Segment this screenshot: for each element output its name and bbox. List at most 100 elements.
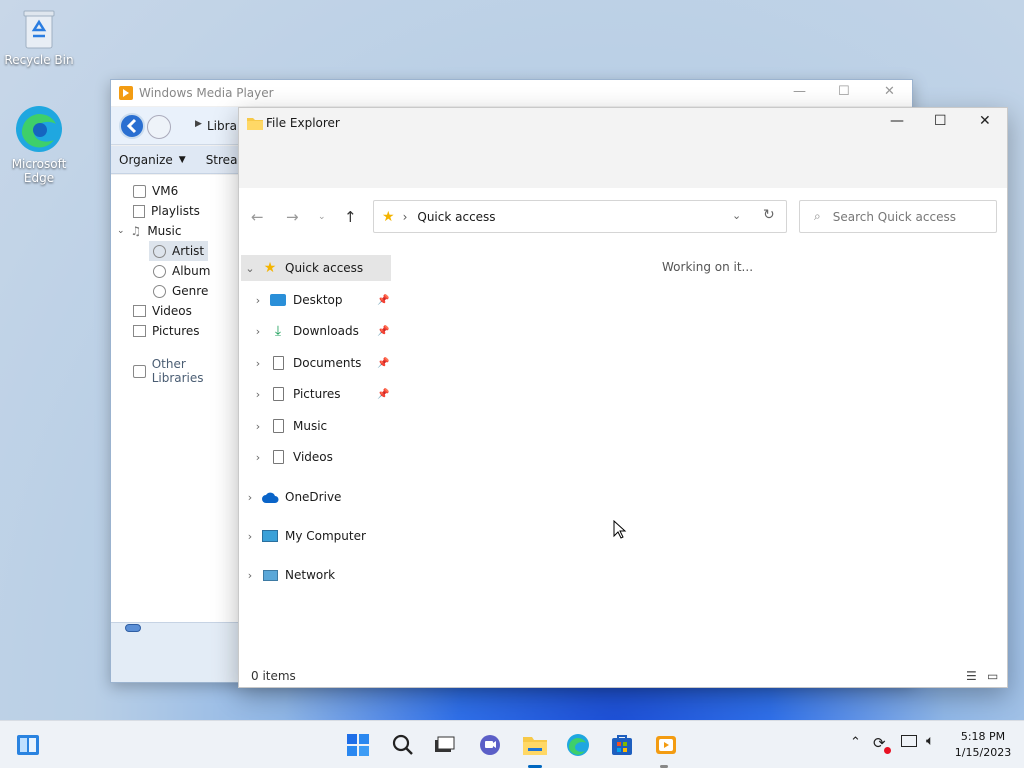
seek-slider-thumb[interactable] — [125, 624, 141, 632]
expand-chevron-icon[interactable]: › — [249, 357, 267, 370]
tree-item-vm6[interactable]: VM6 — [133, 181, 178, 201]
nav-item-documents[interactable]: › Documents 📌 — [249, 350, 399, 376]
wmp-title-bar[interactable]: Windows Media Player — ☐ ✕ — [111, 80, 912, 106]
tree-item-videos[interactable]: Videos — [133, 301, 192, 321]
file-explorer-window[interactable]: File Explorer — ☐ ✕ ← → ⌄ ↑ ★ › Quick ac… — [238, 107, 1008, 688]
wmp-breadcrumb[interactable]: Libra — [207, 119, 237, 133]
search-icon[interactable] — [391, 733, 415, 757]
organize-menu[interactable]: Organize — [119, 153, 173, 167]
edge-taskbar-icon[interactable] — [566, 733, 590, 757]
explorer-title-bar[interactable]: File Explorer — ☐ ✕ — [239, 108, 1007, 188]
details-view-icon[interactable]: ☰ — [966, 669, 977, 683]
tree-item-artist[interactable]: Artist — [149, 241, 209, 261]
search-icon: ⌕ — [814, 209, 821, 223]
start-icon[interactable] — [346, 733, 370, 757]
forward-button[interactable]: → — [286, 208, 299, 226]
expand-chevron-icon[interactable]: ⌄ — [117, 226, 125, 236]
large-icons-view-icon[interactable]: ▭ — [987, 669, 998, 683]
tree-item-pictures[interactable]: Pictures — [133, 321, 200, 341]
clock[interactable]: 5:18 PM 1/15/2023 — [948, 729, 1018, 761]
recycle-bin-icon — [22, 8, 56, 50]
nav-item-onedrive[interactable]: › OneDrive — [241, 484, 391, 510]
tree-label: Videos — [152, 304, 192, 318]
wmp-close-button[interactable]: ✕ — [884, 84, 895, 99]
mouse-cursor-icon — [613, 519, 627, 543]
alert-dot-icon — [884, 747, 891, 754]
back-button[interactable]: ← — [251, 208, 264, 226]
network-status-icon[interactable] — [901, 735, 917, 747]
wmp-maximize-button[interactable]: ☐ — [838, 84, 850, 99]
chat-icon[interactable] — [478, 733, 502, 757]
pin-icon: 📌 — [377, 357, 390, 369]
wmp-library-tree: VM6 Playlists ⌄ ♫ Music Artist Album Genre… — [111, 175, 239, 622]
explorer-maximize-button[interactable]: ☐ — [934, 113, 947, 129]
forward-arrow-icon[interactable] — [147, 115, 171, 139]
nav-item-my-computer[interactable]: › My Computer — [241, 523, 391, 549]
volume-icon[interactable]: 🔈︎ — [926, 733, 934, 749]
nav-item-pictures[interactable]: › Pictures 📌 — [249, 381, 399, 407]
tree-label: VM6 — [152, 184, 179, 198]
edge-icon — [14, 104, 64, 154]
status-bar-item-count: 0 items — [251, 669, 296, 683]
expand-chevron-icon[interactable]: › — [241, 491, 259, 504]
wmp-minimize-button[interactable]: — — [793, 84, 806, 99]
nav-item-quick-access[interactable]: ⌄ ★ Quick access — [241, 255, 391, 281]
music-note-icon: ♫ — [130, 224, 142, 238]
desktop-icon — [269, 292, 287, 308]
back-arrow-icon[interactable] — [119, 113, 145, 139]
recycle-bin-label: Recycle Bin — [4, 53, 74, 67]
tree-item-music[interactable]: ⌄ ♫ Music — [117, 221, 181, 241]
refresh-icon[interactable]: ↻ — [763, 207, 775, 223]
address-bar[interactable]: ★ › Quick access ⌄ ↻ — [373, 200, 787, 233]
download-arrow-icon: ⤓ — [274, 323, 282, 339]
taskbar: ⌃ ⟳ 🔈︎ 5:18 PM 1/15/2023 — [0, 720, 1024, 768]
search-placeholder[interactable]: Search Quick access — [833, 210, 956, 224]
edge-desktop-icon[interactable]: Microsoft Edge — [4, 104, 74, 185]
nav-item-network[interactable]: › Network — [241, 562, 391, 588]
nav-item-music[interactable]: › Music — [249, 413, 399, 439]
organize-dropdown-icon[interactable]: ▼ — [179, 155, 186, 165]
explorer-close-button[interactable]: ✕ — [979, 113, 991, 129]
clock-time: 5:18 PM — [960, 730, 1006, 743]
tree-label: Playlists — [151, 204, 200, 218]
nav-item-downloads[interactable]: › ⤓ Downloads 📌 — [249, 318, 399, 344]
search-box[interactable]: ⌕ Search Quick access — [799, 200, 997, 233]
recycle-bin-desktop-icon[interactable]: Recycle Bin — [4, 8, 74, 67]
expand-chevron-icon[interactable]: › — [249, 325, 267, 338]
network-icon — [261, 567, 279, 583]
expand-chevron-icon[interactable]: › — [241, 569, 259, 582]
file-explorer-taskbar-icon[interactable] — [522, 733, 547, 757]
edge-label-line2: Edge — [23, 171, 55, 185]
expand-chevron-icon[interactable]: › — [249, 388, 267, 401]
expand-chevron-icon[interactable]: › — [249, 451, 267, 464]
media-player-taskbar-icon[interactable] — [654, 733, 678, 757]
document-icon — [269, 449, 287, 465]
nav-label: Quick access — [285, 261, 364, 275]
store-icon[interactable] — [610, 733, 634, 757]
clock-date: 1/15/2023 — [954, 746, 1012, 759]
nav-item-desktop[interactable]: › Desktop 📌 — [249, 287, 399, 313]
document-icon — [269, 418, 287, 434]
task-view-icon[interactable] — [432, 733, 456, 757]
address-text: Quick access — [417, 209, 496, 224]
nav-item-videos[interactable]: › Videos — [249, 444, 399, 470]
tree-item-playlists[interactable]: Playlists — [133, 201, 200, 221]
tree-item-album[interactable]: Album — [153, 261, 210, 281]
folder-icon — [247, 116, 263, 133]
nav-label: Downloads — [293, 324, 359, 338]
tree-item-genre[interactable]: Genre — [153, 281, 208, 301]
recent-locations-dropdown[interactable]: ⌄ — [318, 212, 326, 222]
widgets-icon[interactable] — [16, 733, 40, 757]
expand-chevron-icon[interactable]: › — [249, 294, 267, 307]
pin-icon: 📌 — [377, 294, 390, 306]
nav-label: OneDrive — [285, 490, 342, 504]
tree-item-other-libraries[interactable]: Other Libraries — [133, 357, 239, 385]
playlist-icon — [133, 204, 145, 218]
expand-chevron-icon[interactable]: › — [249, 420, 267, 433]
address-dropdown-icon[interactable]: ⌄ — [732, 209, 741, 222]
show-hidden-icons-chevron-icon[interactable]: ⌃ — [850, 735, 861, 750]
collapse-chevron-icon[interactable]: ⌄ — [241, 262, 259, 275]
expand-chevron-icon[interactable]: › — [241, 530, 259, 543]
explorer-minimize-button[interactable]: — — [890, 113, 904, 129]
up-button[interactable]: ↑ — [344, 208, 357, 226]
